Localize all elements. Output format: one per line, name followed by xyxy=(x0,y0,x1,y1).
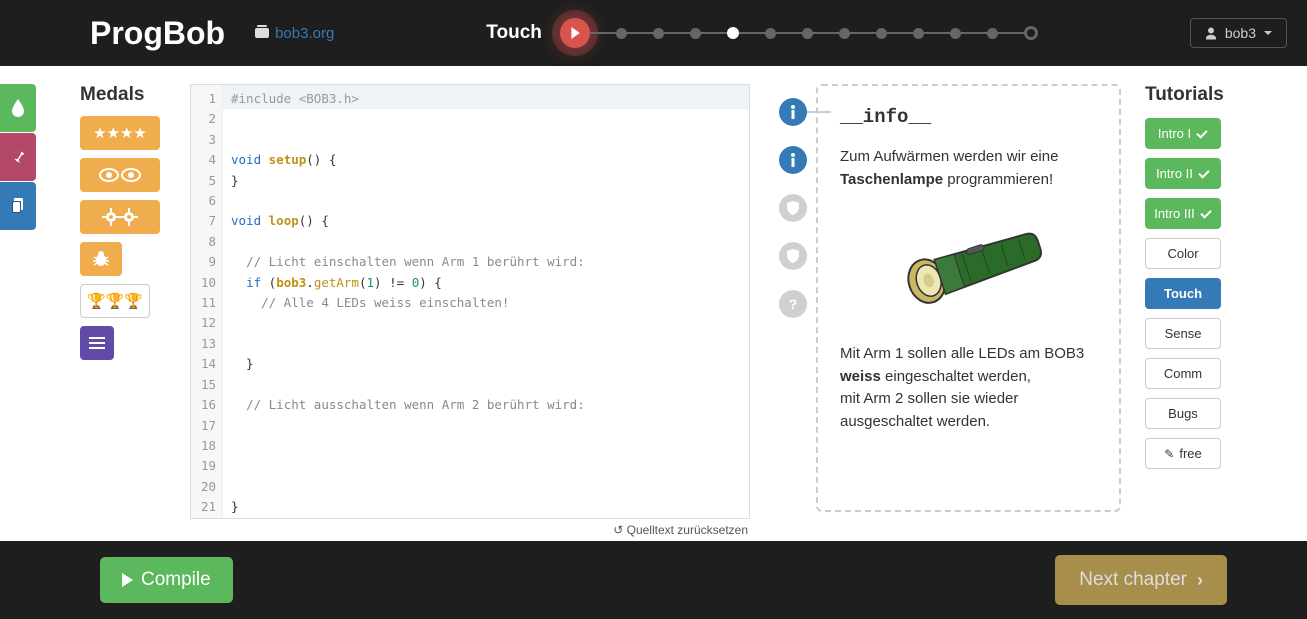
current-step-icon[interactable] xyxy=(560,18,590,48)
check-icon xyxy=(1200,209,1212,218)
step-indicator-column: ? xyxy=(750,84,810,541)
tutorial-sense[interactable]: Sense xyxy=(1145,318,1221,349)
step-dot[interactable] xyxy=(690,28,701,39)
step-dot[interactable] xyxy=(616,28,627,39)
medal-bug[interactable] xyxy=(80,242,122,276)
help-step-icon[interactable]: ? xyxy=(779,290,807,318)
tutorial-intro-i[interactable]: Intro I xyxy=(1145,118,1221,149)
site-link-label: bob3.org xyxy=(275,25,334,42)
info-title: __info__ xyxy=(840,106,1097,128)
line-gutter: 123456789101112131415161718192021 xyxy=(191,85,223,518)
compile-label: Compile xyxy=(141,569,211,591)
logo: ProgBob xyxy=(90,15,225,52)
pencil-icon: ✎ xyxy=(1164,447,1174,461)
info-paragraph-2: Mit Arm 1 sollen alle LEDs am BOB3 weiss… xyxy=(840,343,1097,433)
user-icon xyxy=(1205,27,1217,40)
bug-icon xyxy=(92,250,110,268)
step-dot-active[interactable] xyxy=(727,27,739,39)
compile-button[interactable]: Compile xyxy=(100,557,233,603)
left-rail xyxy=(0,84,36,231)
tutorial-bugs[interactable]: Bugs xyxy=(1145,398,1221,429)
shield-step-icon[interactable] xyxy=(779,194,807,222)
tutorial-color[interactable]: Color xyxy=(1145,238,1221,269)
step-dot[interactable] xyxy=(802,28,813,39)
shield-step-icon[interactable] xyxy=(779,242,807,270)
medal-gears[interactable] xyxy=(80,200,160,234)
drop-icon xyxy=(11,99,25,117)
chapter-progress: Touch xyxy=(334,18,1190,48)
medal-trophies[interactable]: 🏆🏆🏆 xyxy=(80,284,150,318)
step-dot[interactable] xyxy=(653,28,664,39)
editor-area: 123456789101112131415161718192021 #inclu… xyxy=(190,84,750,541)
chevron-right-icon: › xyxy=(1197,570,1203,591)
tutorial-free[interactable]: ✎ free xyxy=(1145,438,1221,469)
copy-icon xyxy=(11,198,25,214)
info-paragraph-1: Zum Aufwärmen werden wir eine Taschenlam… xyxy=(840,146,1097,191)
medals-panel: Medals ★★★★ 🏆🏆🏆 xyxy=(80,84,180,541)
eyes-icon xyxy=(98,167,142,183)
footer-bar: Compile Next chapter › xyxy=(0,541,1307,619)
user-label: bob3 xyxy=(1225,25,1256,41)
step-dot[interactable] xyxy=(839,28,850,39)
check-icon xyxy=(1196,129,1208,138)
next-label: Next chapter xyxy=(1079,569,1187,591)
info-step-icon[interactable] xyxy=(779,146,807,174)
tutorial-touch[interactable]: Touch xyxy=(1145,278,1221,309)
play-icon xyxy=(122,573,133,587)
site-link[interactable]: bob3.org xyxy=(255,25,334,42)
step-dot[interactable] xyxy=(987,28,998,39)
tutorials-panel: Tutorials Intro I Intro II Intro III Col… xyxy=(1145,84,1240,541)
step-dot[interactable] xyxy=(876,28,887,39)
step-dot[interactable] xyxy=(913,28,924,39)
next-chapter-button[interactable]: Next chapter › xyxy=(1055,555,1227,605)
progress-dots xyxy=(560,18,1038,48)
medal-menu[interactable] xyxy=(80,326,114,360)
rail-button-drop[interactable] xyxy=(0,84,36,132)
tutorial-intro-iii[interactable]: Intro III xyxy=(1145,198,1221,229)
info-panel: __info__ Zum Aufwärmen werden wir eine T… xyxy=(816,84,1121,512)
top-bar: ProgBob bob3.org Touch bob3 xyxy=(0,0,1307,66)
medals-title: Medals xyxy=(80,84,180,106)
info-step-icon[interactable] xyxy=(779,98,807,126)
tutorial-comm[interactable]: Comm xyxy=(1145,358,1221,389)
tutorial-intro-ii[interactable]: Intro II xyxy=(1145,158,1221,189)
medal-eyes[interactable] xyxy=(80,158,160,192)
step-dot-end[interactable] xyxy=(1024,26,1038,40)
check-icon xyxy=(1198,169,1210,178)
rail-button-copy[interactable] xyxy=(0,182,36,230)
code-content[interactable]: #include <BOB3.h> void setup() { } void … xyxy=(223,85,749,518)
step-dot[interactable] xyxy=(950,28,961,39)
flashlight-image xyxy=(840,209,1097,309)
code-editor[interactable]: 123456789101112131415161718192021 #inclu… xyxy=(190,84,750,519)
tutorials-title: Tutorials xyxy=(1145,84,1240,106)
rail-button-pin[interactable] xyxy=(0,133,36,181)
user-menu-button[interactable]: bob3 xyxy=(1190,18,1287,48)
medal-stars[interactable]: ★★★★ xyxy=(80,116,160,150)
caret-down-icon xyxy=(1264,31,1272,35)
menu-icon xyxy=(89,337,105,349)
chapter-label: Touch xyxy=(486,22,542,44)
reset-code-link[interactable]: ↺ Quelltext zurücksetzen xyxy=(190,519,750,541)
chip-icon xyxy=(255,28,269,38)
pin-icon xyxy=(10,149,26,165)
step-dot[interactable] xyxy=(765,28,776,39)
gears-icon xyxy=(100,208,140,226)
